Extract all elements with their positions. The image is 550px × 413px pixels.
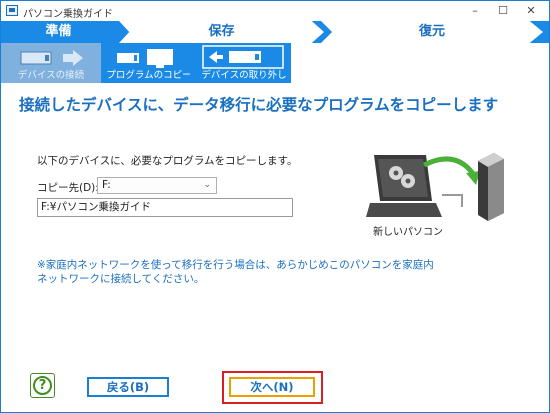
copy-path-field: F:¥パソコン乗換ガイド [37,198,293,217]
destination-value: F: [102,179,111,191]
next-button[interactable]: 次へ(N) [229,377,315,397]
help-icon: ? [33,376,52,395]
app-icon [6,5,18,16]
title-bar: パソコン乗換ガイド – ☐ ✕ [1,1,549,21]
substep-label-remove: デバイスの取り外し [201,70,287,81]
substep-label-copy: プログラムのコピー [106,70,192,81]
network-note-line-2: ネットワークに接続してください。 [37,273,205,285]
new-pc-caption: 新しいパソコン [373,227,443,238]
step-preparation: 準備 [45,24,72,39]
substep-remove-device: デバイスの取り外し [197,43,291,83]
step-restore: 復元 [321,21,543,43]
laptop-to-pc-illustration [366,153,504,221]
network-note: ※家庭内ネットワークを使って移行を行う場合は、あらかじめこのパソコンを家庭内 ネ… [37,258,487,286]
close-button[interactable]: ✕ [519,3,543,19]
step-banner: 準備 保存 復元 [1,21,549,43]
network-note-line-1: ※家庭内ネットワークを使って移行を行う場合は、あらかじめこのパソコンを家庭内 [37,259,434,271]
substep-connect-device: デバイスの接続 [1,43,101,83]
help-button[interactable]: ? [30,373,55,398]
app-window: パソコン乗換ガイド – ☐ ✕ 準備 保存 復元 デバイスの接続 プログラムのコ… [0,0,550,413]
page-heading: 接続したデバイスに、データ移行に必要なプログラムをコピーします [19,96,499,114]
step-save: 保存 [119,21,324,43]
substep-copy-program: プログラムのコピー [103,43,195,83]
window-title: パソコン乗換ガイド [23,9,113,20]
chevron-down-icon: ⌄ [203,180,211,190]
destination-select[interactable]: F: ⌄ [97,177,217,194]
substep-bar: デバイスの接続 プログラムのコピー デバイスの取り外し [1,43,549,83]
destination-label: コピー先(D): [37,182,99,194]
minimize-button[interactable]: – [463,3,487,19]
back-button[interactable]: 戻る(B) [87,377,169,397]
substep-label-connect: デバイスの接続 [17,70,85,81]
instruction-text: 以下のデバイスに、必要なプログラムをコピーします。 [37,155,298,167]
maximize-button[interactable]: ☐ [491,3,515,19]
